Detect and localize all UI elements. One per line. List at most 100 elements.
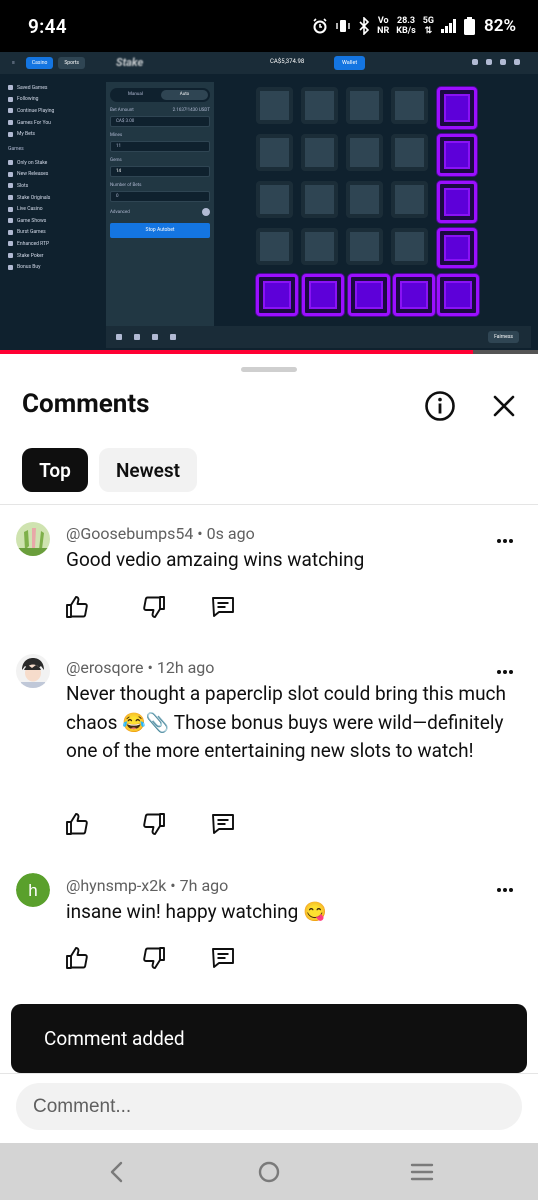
mines-tile: [256, 181, 293, 218]
stake-side-item: Game Shows: [8, 215, 92, 227]
mines-tile: [346, 181, 383, 218]
stake-logo: Stake: [116, 56, 144, 69]
stake-balance: CA$5,374.98: [270, 58, 305, 65]
mines-tile: [301, 228, 338, 265]
mines-tile: [301, 181, 338, 218]
stake-side-item: Games For You: [8, 117, 92, 129]
like-icon[interactable]: [64, 594, 90, 620]
toast-comment-added: Comment added: [11, 1004, 527, 1073]
stake-top-icons: [472, 59, 520, 65]
stake-side-item: Continue Playing: [8, 105, 92, 117]
stake-tab-sports: Sports: [58, 57, 85, 69]
stake-side-item: New Releases: [8, 169, 92, 181]
dislike-icon[interactable]: [141, 811, 167, 837]
menu-icon: ≡: [12, 60, 15, 66]
comment-meta: @erosqore • 12h ago: [66, 658, 215, 677]
mines-tile: [256, 87, 293, 124]
stake-side-item: Saved Games: [8, 82, 92, 94]
stake-wallet-button: Wallet: [334, 56, 366, 70]
stake-sidebar: Saved Games Following Continue Playing G…: [0, 74, 92, 354]
stake-side-item: Burst Games: [8, 227, 92, 239]
mines-tile: [391, 228, 428, 265]
volte-indicator: Vo NR: [377, 16, 390, 36]
stake-side-item: Bonus Buy: [8, 261, 92, 273]
like-icon[interactable]: [64, 811, 90, 837]
stake-side-item: Only on Stake: [8, 157, 92, 169]
stake-mines-field: 11: [110, 141, 210, 152]
comment-time: 0s ago: [206, 524, 255, 543]
mines-tile: [256, 134, 293, 171]
mines-tile-gem: [437, 134, 477, 176]
comment-author[interactable]: @hynsmp-x2k: [66, 876, 166, 895]
dislike-icon[interactable]: [141, 594, 167, 620]
signal-icon: [441, 19, 457, 33]
info-icon[interactable]: [424, 390, 456, 422]
video-player[interactable]: ≡ Casino Sports Stake CA$5,374.98 Wallet…: [0, 52, 538, 354]
stake-side-item: My Bets: [8, 128, 92, 140]
mines-tile-gem: [393, 274, 435, 316]
status-bar: 9:44 Vo NR 28.3 KB/s 5G ⇅ 82%: [0, 0, 538, 52]
stake-side-item: Stake Poker: [8, 250, 92, 262]
mines-tile: [301, 134, 338, 171]
svg-text:h: h: [28, 881, 37, 900]
bluetooth-icon: [359, 17, 370, 35]
mines-tile-gem: [437, 87, 477, 129]
status-icons: Vo NR 28.3 KB/s 5G ⇅ 82%: [312, 16, 516, 36]
mines-tile: [346, 134, 383, 171]
battery-percentage: 82%: [484, 16, 516, 36]
avatar[interactable]: [16, 654, 50, 688]
mines-tile-gem: [437, 228, 477, 268]
comment-meta: @Goosebumps54 • 0s ago: [66, 524, 255, 543]
status-time: 9:44: [28, 14, 67, 38]
mines-tile: [391, 87, 428, 124]
stake-side-item: Live Casino: [8, 203, 92, 215]
alarm-icon: [313, 18, 327, 34]
stake-side-item: Enhanced RTP: [8, 238, 92, 250]
reply-icon[interactable]: [210, 594, 236, 620]
reply-icon[interactable]: [210, 945, 236, 971]
mines-tile: [391, 181, 428, 218]
comment-author[interactable]: @erosqore: [66, 658, 143, 677]
stake-bet-field: CA$ 3.00: [110, 116, 210, 127]
sort-chip-top[interactable]: Top: [22, 448, 88, 492]
comment-actions: [64, 945, 244, 973]
divider: [0, 504, 538, 505]
avatar[interactable]: [16, 522, 50, 556]
comment-time: 12h ago: [156, 658, 215, 677]
back-icon[interactable]: [102, 1157, 132, 1187]
stake-gems-field: 14: [110, 166, 210, 177]
comment-input[interactable]: [16, 1083, 522, 1130]
comment-actions: [64, 594, 244, 622]
mines-grid: [256, 87, 480, 319]
stake-fairness: Fairness: [488, 331, 519, 343]
stake-side-item: Slots: [8, 180, 92, 192]
stake-bets-field: 0: [110, 191, 210, 202]
stake-side-item: Following: [8, 94, 92, 106]
bunny-ears-avatar-icon: [16, 522, 50, 556]
mines-tile: [346, 87, 383, 124]
comment-author[interactable]: @Goosebumps54: [66, 524, 193, 543]
stake-autobet-button: Stop Autobet: [110, 223, 210, 238]
reply-icon[interactable]: [210, 811, 236, 837]
dislike-icon[interactable]: [141, 945, 167, 971]
comment-time: 7h ago: [179, 876, 229, 895]
mines-tile-gem: [437, 181, 477, 223]
avatar[interactable]: h: [16, 873, 50, 907]
like-icon[interactable]: [64, 945, 90, 971]
five-g-indicator: 5G ⇅: [422, 16, 435, 36]
home-icon[interactable]: [254, 1157, 284, 1187]
vibrate-icon: [336, 20, 350, 32]
recents-icon[interactable]: [407, 1157, 437, 1187]
drag-handle[interactable]: [241, 367, 297, 372]
mines-tile: [391, 134, 428, 171]
mines-tile-gem: [437, 274, 479, 316]
sort-chip-newest[interactable]: Newest: [99, 448, 197, 492]
stake-side-item: Stake Originals: [8, 192, 92, 204]
close-icon[interactable]: [490, 392, 518, 420]
network-speed: 28.3 KB/s: [396, 16, 416, 36]
system-nav-bar: [0, 1143, 538, 1200]
comment-text: Good vedio amzaing wins watching: [66, 548, 365, 571]
mines-tile-gem: [302, 274, 344, 316]
comment-text: insane win! happy watching 😋: [66, 900, 327, 923]
anime-character-avatar-icon: [16, 654, 50, 688]
